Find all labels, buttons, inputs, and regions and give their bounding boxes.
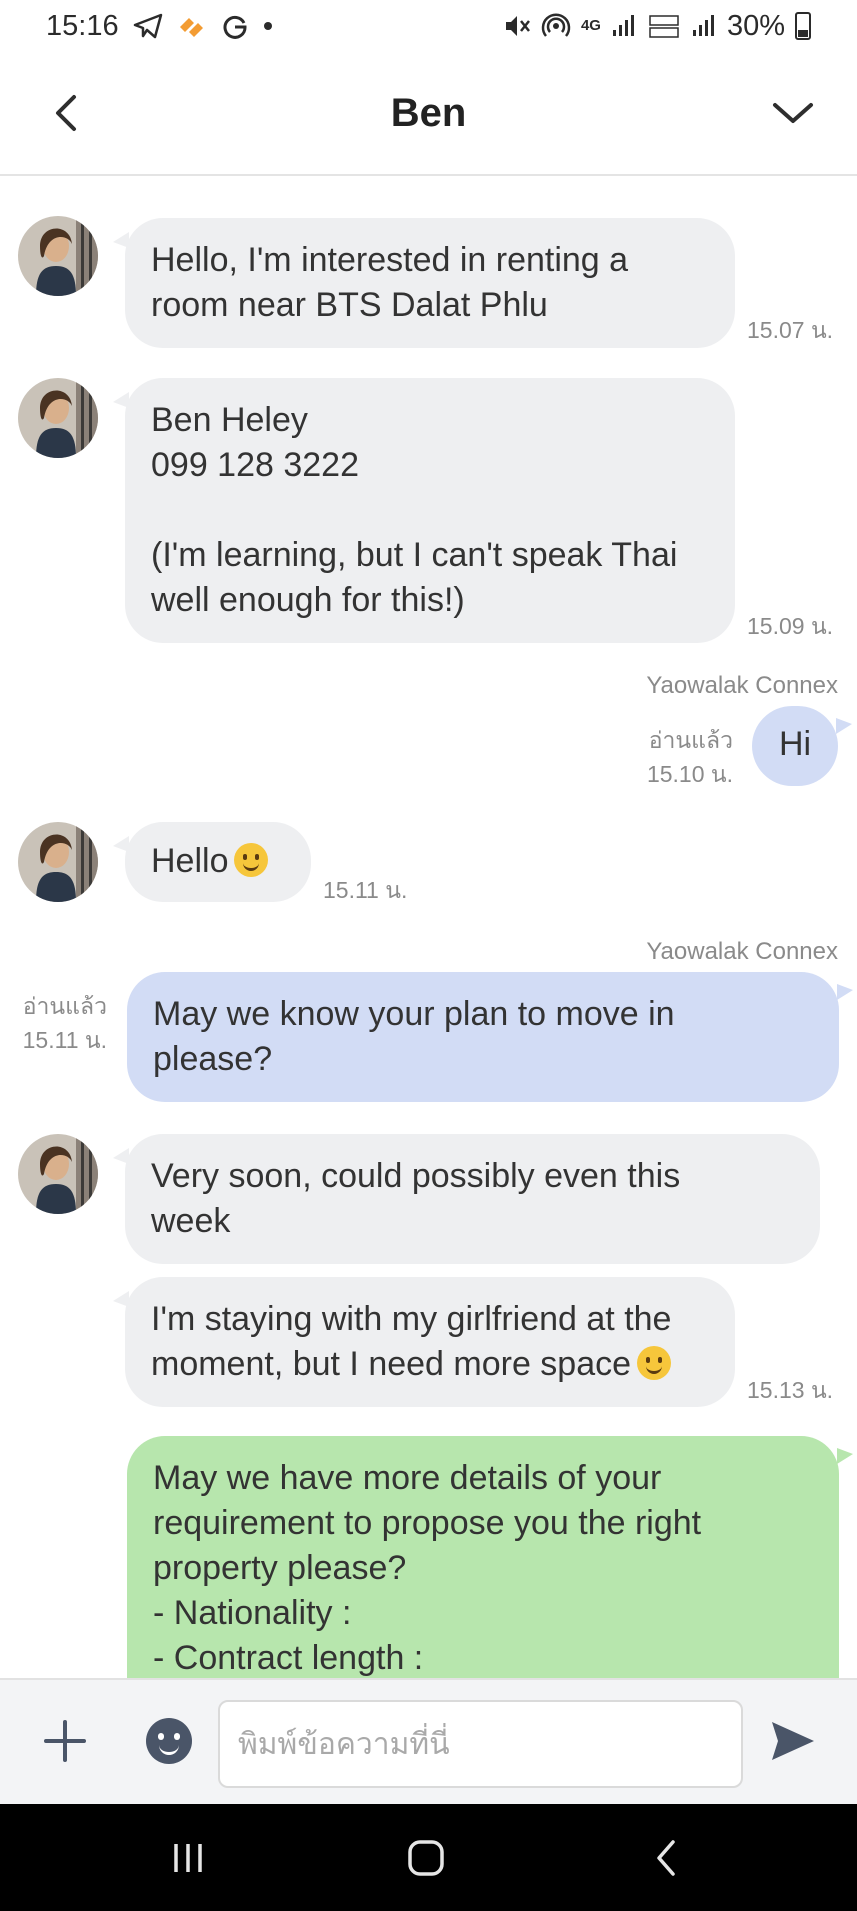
app-notification-icon <box>177 13 207 39</box>
message-bubble-incoming[interactable]: Hello <box>113 822 311 902</box>
message-input-bar <box>0 1678 857 1804</box>
avatar-photo <box>18 378 98 458</box>
send-icon <box>772 1722 814 1760</box>
status-right: 4G 30% <box>503 10 811 43</box>
message-bubble-incoming[interactable]: I'm staying with my girlfriend at the mo… <box>113 1277 735 1407</box>
message-bubble-template[interactable]: May we have more details of your require… <box>127 1436 853 1678</box>
read-receipt: อ่านแล้ว <box>22 993 107 1019</box>
emoji-button[interactable] <box>146 1718 192 1764</box>
mute-icon <box>503 13 531 39</box>
message-line: well enough for this!) <box>151 581 465 619</box>
message-line: May we have more details of your <box>153 1459 662 1497</box>
battery-percent: 30% <box>726 9 785 42</box>
message-time: 15.11 น. <box>323 877 408 903</box>
message-bubble-incoming[interactable]: Very soon, could possibly even this week <box>113 1134 820 1264</box>
avatar-photo <box>18 1134 98 1214</box>
message-time: 15.07 น. <box>747 317 834 343</box>
status-left: 15:16 <box>46 10 273 43</box>
plus-icon <box>44 1720 86 1762</box>
avatar[interactable] <box>18 378 98 458</box>
more-notifications-dot-icon <box>263 21 273 31</box>
hotspot-icon <box>541 12 571 40</box>
chevron-down-icon <box>773 103 813 123</box>
avatar-photo <box>18 216 98 296</box>
nav-back-button[interactable] <box>636 1834 696 1882</box>
message-time: 15.11 น. <box>22 1027 107 1053</box>
attach-button[interactable] <box>42 1718 88 1764</box>
send-button[interactable] <box>768 1718 816 1764</box>
message-line: - Contract length : <box>153 1639 424 1677</box>
read-receipt: อ่านแล้ว <box>648 727 733 753</box>
message-line: room near BTS Dalat Phlu <box>151 286 548 324</box>
back-arrow-icon <box>657 1840 675 1876</box>
slightly-smiling-emoji-icon <box>234 843 269 877</box>
home-icon <box>408 1840 444 1876</box>
message-line <box>151 488 709 533</box>
grinning-sweat-emoji-icon <box>637 1346 672 1380</box>
battery-icon <box>795 12 811 40</box>
system-navigation-bar <box>0 1804 857 1911</box>
message-text: Hi <box>778 725 812 763</box>
message-bubble-outgoing[interactable]: Hi <box>752 706 852 786</box>
message-bubble-incoming[interactable]: Ben Heley 099 128 3222 (I'm learning, bu… <box>113 378 735 643</box>
message-time: 15.10 น. <box>646 761 733 787</box>
sender-name: Yaowalak Connex <box>646 672 838 699</box>
message-input[interactable] <box>218 1700 743 1788</box>
google-icon <box>221 12 249 40</box>
message-line: Ben Heley <box>151 401 308 439</box>
status-time: 15:16 <box>46 9 119 42</box>
chevron-left-icon <box>56 95 76 131</box>
sender-name: Yaowalak Connex <box>646 938 838 965</box>
message-time: 15.09 น. <box>747 613 834 639</box>
message-line: Very soon, could possibly even this <box>151 1157 681 1195</box>
message-line: please? <box>153 1040 273 1078</box>
signal-2-icon <box>691 14 717 38</box>
message-line: property please? <box>153 1549 407 1587</box>
chat-thread[interactable]: Hello, I'm interested in renting a room … <box>0 178 857 1678</box>
message-time: 15.13 น. <box>747 1377 834 1403</box>
signal-icon <box>611 14 637 38</box>
message-bubble-outgoing[interactable]: May we know your plan to move in please? <box>127 972 853 1102</box>
volte-icon <box>647 13 681 39</box>
message-line: May we know your plan to move in <box>153 995 675 1033</box>
telegram-icon <box>133 13 163 39</box>
message-bubble-incoming[interactable]: Hello, I'm interested in renting a room … <box>113 218 735 348</box>
message-line: 099 128 3222 <box>151 446 359 484</box>
chat-header: Ben <box>0 52 857 176</box>
message-line: moment, but I need more space <box>151 1342 709 1387</box>
message-line: Hello, I'm interested in renting a <box>151 241 629 279</box>
recent-apps-icon <box>174 1844 202 1872</box>
home-button[interactable] <box>396 1834 456 1882</box>
recent-apps-button[interactable] <box>158 1834 218 1882</box>
message-line: week <box>151 1202 231 1240</box>
message-line: I'm staying with my girlfriend at the <box>151 1300 672 1338</box>
message-line-text: moment, but I need more space <box>151 1345 632 1383</box>
status-bar: 15:16 4G 30% <box>0 0 857 52</box>
avatar-photo <box>18 822 98 902</box>
chat-title: Ben <box>390 90 467 135</box>
message-line: - Nationality : <box>153 1594 352 1632</box>
avatar[interactable] <box>18 216 98 296</box>
message-line: requirement to propose you the right <box>153 1504 702 1542</box>
back-button[interactable] <box>40 88 90 138</box>
message-line: (I'm learning, but I can't speak Thai <box>151 536 678 574</box>
message-text: Hello <box>151 842 229 880</box>
avatar[interactable] <box>18 822 98 902</box>
network-type-icon: 4G <box>580 17 601 34</box>
avatar[interactable] <box>18 1134 98 1214</box>
header-menu-button[interactable] <box>765 88 821 138</box>
